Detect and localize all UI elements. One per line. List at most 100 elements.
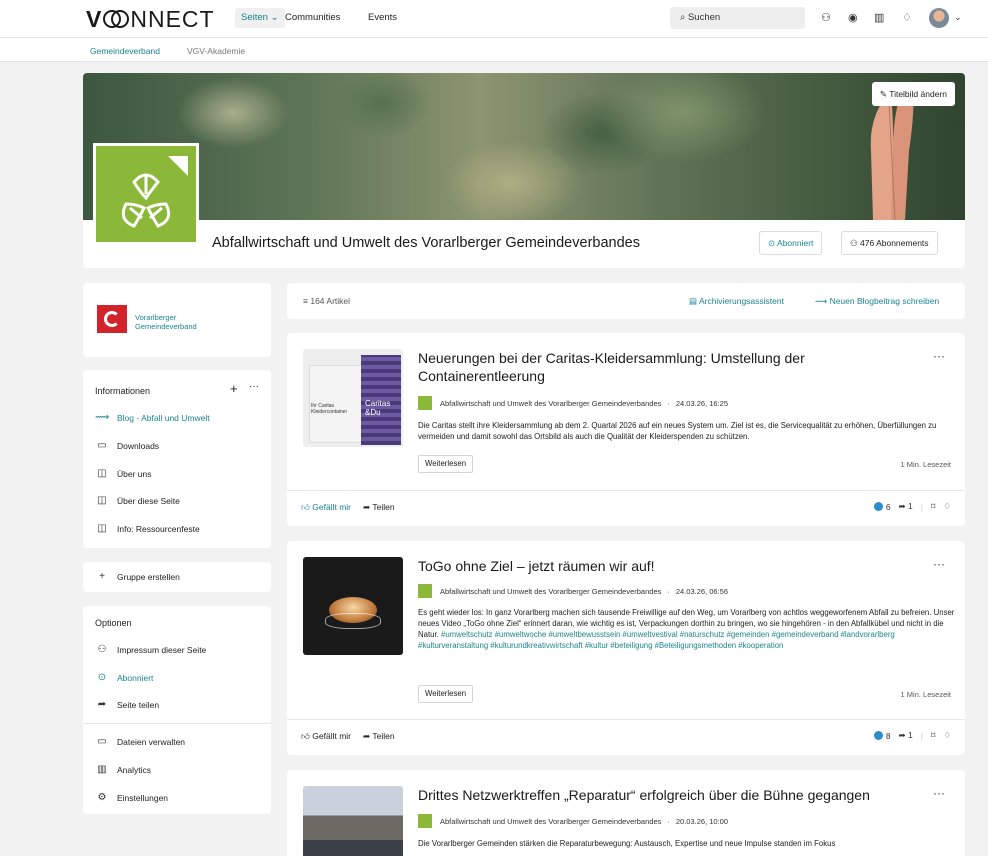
subnav-vgv-akademie[interactable]: VGV-Akademie: [187, 46, 245, 56]
bell-icon[interactable]: ♢: [902, 11, 912, 24]
post-meta: Abfallwirtschaft und Umwelt des Vorarlbe…: [418, 396, 728, 410]
people-icon[interactable]: ⚇: [821, 11, 831, 24]
sub-navigation: Gemeindeverband VGV-Akademie: [0, 38, 988, 62]
sidebar-item-dateien[interactable]: ▭ Dateien verwalten: [95, 736, 185, 747]
sidebar-item-ressourcenfeste[interactable]: ◫ Info: Ressourcenfeste: [95, 523, 199, 534]
more-icon[interactable]: ···: [933, 349, 945, 363]
more-icon[interactable]: ···: [933, 786, 945, 800]
search-input[interactable]: ⌕ Suchen: [670, 7, 805, 29]
post-title[interactable]: Neuerungen bei der Caritas-Kleidersammlu…: [418, 349, 838, 385]
sidebar-item-blog[interactable]: ⟿ Blog - Abfall und Umwelt: [95, 412, 210, 423]
people-icon: ⚇: [850, 238, 858, 248]
post-card: ToGo ohne Ziel – jetzt räumen wir auf! ·…: [287, 541, 965, 755]
group-logo: [93, 143, 199, 245]
views-count: 8: [874, 730, 891, 741]
share-icon: ➦: [363, 731, 371, 741]
post-meta: Abfallwirtschaft und Umwelt des Vorarlbe…: [418, 584, 728, 598]
layout-icon: ◫: [97, 468, 107, 479]
feed-toolbar: ≡ 164 Artikel ▤ Archivierungsassistent ⟿…: [287, 283, 965, 319]
post-card: Ihr Caritas Kleidercontainer Caritas &Du N…: [287, 333, 965, 526]
archive-assistant-link[interactable]: ▤ Archivierungsassistent: [689, 296, 784, 307]
post-hashtags[interactable]: #umweltschutz #umweltwoche #umweltbewuss…: [418, 630, 895, 650]
sidebar-item-ueber-uns[interactable]: ◫ Über uns: [95, 468, 151, 479]
views-count: 6: [874, 501, 891, 512]
like-button[interactable]: 👍︎ Gefällt mir: [301, 731, 351, 742]
more-icon[interactable]: ···: [249, 381, 259, 392]
archive-icon: ▤: [689, 296, 698, 306]
folder-icon: ▭: [97, 736, 107, 747]
pencil-icon: ✎: [879, 89, 887, 99]
like-icon: 👍︎: [301, 731, 310, 741]
divider: [83, 723, 271, 724]
vconnect-logo[interactable]: V NNECT: [86, 6, 215, 33]
info-title: Informationen: [95, 386, 151, 396]
chevron-down-icon[interactable]: ⌄: [954, 12, 962, 23]
share-icon: ➦: [97, 699, 107, 710]
org-logo: [97, 305, 127, 333]
post-title[interactable]: Drittes Netzwerktreffen „Reparatur“ erfo…: [418, 786, 918, 804]
share-button[interactable]: ➦ Teilen: [363, 731, 395, 742]
post-excerpt: Die Caritas stellt ihre Kleidersammlung …: [418, 421, 937, 441]
sidebar-item-downloads[interactable]: ▭ Downloads: [95, 440, 159, 451]
info-card: Informationen + ··· ⟿ Blog - Abfall und U…: [83, 370, 271, 548]
group-header: ✎ Titelbild ändern Abfallwirtschaft und …: [83, 73, 965, 268]
sidebar-item-abonniert[interactable]: ⊙ Abonniert: [95, 672, 154, 683]
post-thumbnail[interactable]: [303, 786, 403, 856]
new-post-link[interactable]: ⟿ Neuen Blogbeitrag schreiben: [815, 296, 939, 307]
like-button[interactable]: 👍︎ Gefällt mir: [301, 502, 351, 513]
post-meta: Abfallwirtschaft und Umwelt des Vorarlbe…: [418, 814, 728, 828]
filter-icon: ≡: [303, 296, 308, 306]
gear-icon: ⚙: [97, 792, 107, 803]
sidebar-item-analytics[interactable]: ▥ Analytics: [95, 764, 151, 775]
megaphone-icon: ⟿: [815, 296, 828, 306]
sidebar-item-seite-teilen[interactable]: ➦ Seite teilen: [95, 699, 159, 710]
nav-communities[interactable]: Communities: [285, 12, 340, 23]
subnav-gemeindeverband[interactable]: Gemeindeverband: [90, 46, 160, 56]
subscriptions-button[interactable]: ⚇ 476 Abonnements: [841, 231, 938, 255]
shares-count: ➦ 1: [898, 501, 913, 511]
org-card[interactable]: Vorarlberger Gemeindeverband: [83, 283, 271, 357]
post-thumbnail[interactable]: [303, 557, 403, 655]
post-excerpt: Es geht wieder los: In ganz Vorarlberg m…: [418, 608, 955, 650]
divider: [287, 719, 965, 720]
read-time: 1 Min. Lesezeit: [900, 690, 951, 699]
compass-icon[interactable]: ◉: [848, 11, 858, 24]
eye-icon: [874, 501, 884, 511]
sidebar-item-impressum[interactable]: ⚇ Impressum dieser Seite: [95, 644, 207, 655]
sidebar-item-ueber-diese-seite[interactable]: ◫ Über diese Seite: [95, 495, 180, 506]
post-excerpt: Die Vorarlberger Gemeinden stärken die R…: [418, 839, 836, 848]
eye-icon: [874, 730, 884, 740]
more-icon[interactable]: ···: [933, 557, 945, 571]
nav-events[interactable]: Events: [368, 12, 397, 23]
nav-pages[interactable]: Seiten ⌄: [235, 8, 285, 28]
folder-icon: ▭: [97, 440, 107, 451]
bookmark-icon[interactable]: ⌑: [931, 730, 935, 741]
post-title[interactable]: ToGo ohne Ziel – jetzt räumen wir auf!: [418, 557, 838, 575]
sidebar-item-einstellungen[interactable]: ⚙ Einstellungen: [95, 792, 169, 803]
post-card: Drittes Netzwerktreffen „Reparatur“ erfo…: [287, 770, 965, 856]
read-more-button[interactable]: Weiterlesen: [418, 455, 474, 473]
options-card: Optionen ⚇ Impressum dieser Seite ⊙ Abonni…: [83, 606, 271, 814]
user-avatar[interactable]: [929, 8, 949, 28]
plus-icon[interactable]: +: [230, 381, 238, 396]
share-button[interactable]: ➦ Teilen: [363, 502, 395, 513]
subscribed-button[interactable]: ⊙ Abonniert: [759, 231, 823, 255]
share-icon: ➦: [898, 501, 906, 511]
group-title: Abfallwirtschaft und Umwelt des Vorarlbe…: [212, 235, 640, 251]
bookmark-icon[interactable]: ⌑: [931, 501, 935, 512]
layout-icon: ◫: [97, 523, 107, 534]
analytics-icon[interactable]: ▥: [874, 11, 884, 24]
article-count: ≡ 164 Artikel: [303, 296, 351, 306]
read-more-button[interactable]: Weiterlesen: [418, 685, 474, 703]
check-circle-icon: ⊙: [768, 238, 776, 248]
create-group-button[interactable]: + Gruppe erstellen: [83, 562, 271, 592]
bell-icon[interactable]: ♢: [943, 730, 951, 741]
bell-icon[interactable]: ♢: [943, 501, 951, 512]
people-icon: ⚇: [97, 644, 107, 655]
author-avatar: [418, 584, 432, 598]
post-thumbnail[interactable]: Ihr Caritas Kleidercontainer Caritas &Du: [303, 349, 403, 447]
analytics-icon: ▥: [97, 764, 107, 775]
shares-count: ➦ 1: [898, 730, 913, 740]
change-cover-button[interactable]: ✎ Titelbild ändern: [871, 82, 955, 106]
post-stats: 6 ➦ 1 | ⌑ ♢: [874, 501, 951, 512]
